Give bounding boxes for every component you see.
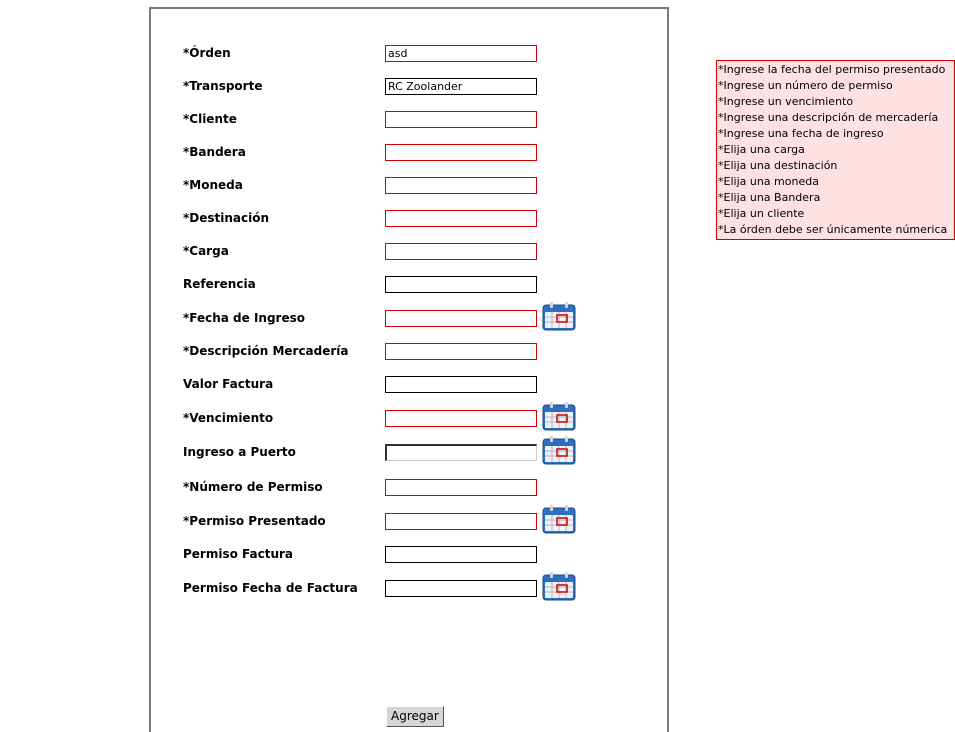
row-fecha-ingreso: *Fecha de Ingreso	[151, 302, 667, 331]
label-permiso-presentado: *Permiso Presentado	[183, 514, 326, 528]
row-referencia: Referencia	[151, 274, 667, 294]
row-vencimiento: *Vencimiento	[151, 402, 667, 431]
label-orden: *Órden	[183, 46, 231, 60]
row-permiso-factura: Permiso Factura	[151, 544, 667, 564]
calendar-icon[interactable]	[542, 572, 576, 602]
permiso-presentado-input[interactable]	[385, 513, 537, 530]
row-bandera: *Bandera	[151, 142, 667, 162]
row-transporte: *Transporte RC Zoolander	[151, 76, 667, 96]
error-message: *Elija una moneda	[718, 175, 819, 188]
label-bandera: *Bandera	[183, 145, 246, 159]
label-moneda: *Moneda	[183, 178, 243, 192]
error-message: *Elija una carga	[718, 143, 805, 156]
row-orden: *Órden asd	[151, 43, 667, 63]
vencimiento-input[interactable]	[385, 410, 537, 427]
fecha-ingreso-input[interactable]	[385, 310, 537, 327]
row-ingreso-puerto: Ingreso a Puerto	[151, 436, 667, 465]
error-message: *Ingrese la fecha del permiso presentado	[718, 63, 946, 76]
validation-errors-box: *Ingrese la fecha del permiso presentado…	[716, 60, 955, 240]
label-descripcion-mercaderia: *Descripción Mercadería	[183, 344, 349, 358]
label-ingreso-puerto: Ingreso a Puerto	[183, 445, 296, 459]
agregar-button[interactable]: Agregar	[386, 706, 444, 727]
error-message: *Elija una destinación	[718, 159, 838, 172]
destinacion-input[interactable]	[385, 210, 537, 227]
label-carga: *Carga	[183, 244, 229, 258]
label-destinacion: *Destinación	[183, 211, 270, 225]
label-permiso-factura: Permiso Factura	[183, 547, 294, 561]
error-message: *Ingrese una fecha de ingreso	[718, 127, 884, 140]
label-transporte: *Transporte	[183, 79, 263, 93]
referencia-input[interactable]	[385, 276, 537, 293]
error-message: *Elija un cliente	[718, 207, 805, 220]
row-destinacion: *Destinación	[151, 208, 667, 228]
calendar-icon[interactable]	[542, 302, 576, 332]
ingreso-puerto-input[interactable]	[385, 444, 537, 461]
transporte-input[interactable]: RC Zoolander	[385, 78, 537, 95]
cliente-input[interactable]	[385, 111, 537, 128]
form-panel: *Órden asd *Transporte RC Zoolander *Cli…	[149, 7, 669, 732]
error-message: *Elija una Bandera	[718, 191, 821, 204]
carga-input[interactable]	[385, 243, 537, 260]
error-message: *La órden debe ser únicamente númerica	[718, 223, 948, 236]
bandera-input[interactable]	[385, 144, 537, 161]
label-valor-factura: Valor Factura	[183, 377, 274, 391]
label-vencimiento: *Vencimiento	[183, 411, 274, 425]
valor-factura-input[interactable]	[385, 376, 537, 393]
error-message: *Ingrese un número de permiso	[718, 79, 893, 92]
permiso-factura-input[interactable]	[385, 546, 537, 563]
label-cliente: *Cliente	[183, 112, 237, 126]
row-valor-factura: Valor Factura	[151, 374, 667, 394]
row-carga: *Carga	[151, 241, 667, 261]
row-numero-permiso: *Número de Permiso	[151, 477, 667, 497]
row-permiso-presentado: *Permiso Presentado	[151, 505, 667, 534]
calendar-icon[interactable]	[542, 505, 576, 535]
numero-permiso-input[interactable]	[385, 479, 537, 496]
descripcion-mercaderia-input[interactable]	[385, 343, 537, 360]
permiso-fecha-factura-input[interactable]	[385, 580, 537, 597]
error-message: *Ingrese un vencimiento	[718, 95, 854, 108]
row-cliente: *Cliente	[151, 109, 667, 129]
moneda-input[interactable]	[385, 177, 537, 194]
orden-input[interactable]: asd	[385, 45, 537, 62]
row-moneda: *Moneda	[151, 175, 667, 195]
calendar-icon[interactable]	[542, 436, 576, 466]
row-descripcion-mercaderia: *Descripción Mercadería	[151, 341, 667, 361]
calendar-icon[interactable]	[542, 402, 576, 432]
row-permiso-fecha-factura: Permiso Fecha de Factura	[151, 572, 667, 601]
label-fecha-ingreso: *Fecha de Ingreso	[183, 311, 306, 325]
label-numero-permiso: *Número de Permiso	[183, 480, 323, 494]
label-permiso-fecha-factura: Permiso Fecha de Factura	[183, 581, 358, 595]
label-referencia: Referencia	[183, 277, 256, 291]
error-message: *Ingrese una descripción de mercadería	[718, 111, 939, 124]
